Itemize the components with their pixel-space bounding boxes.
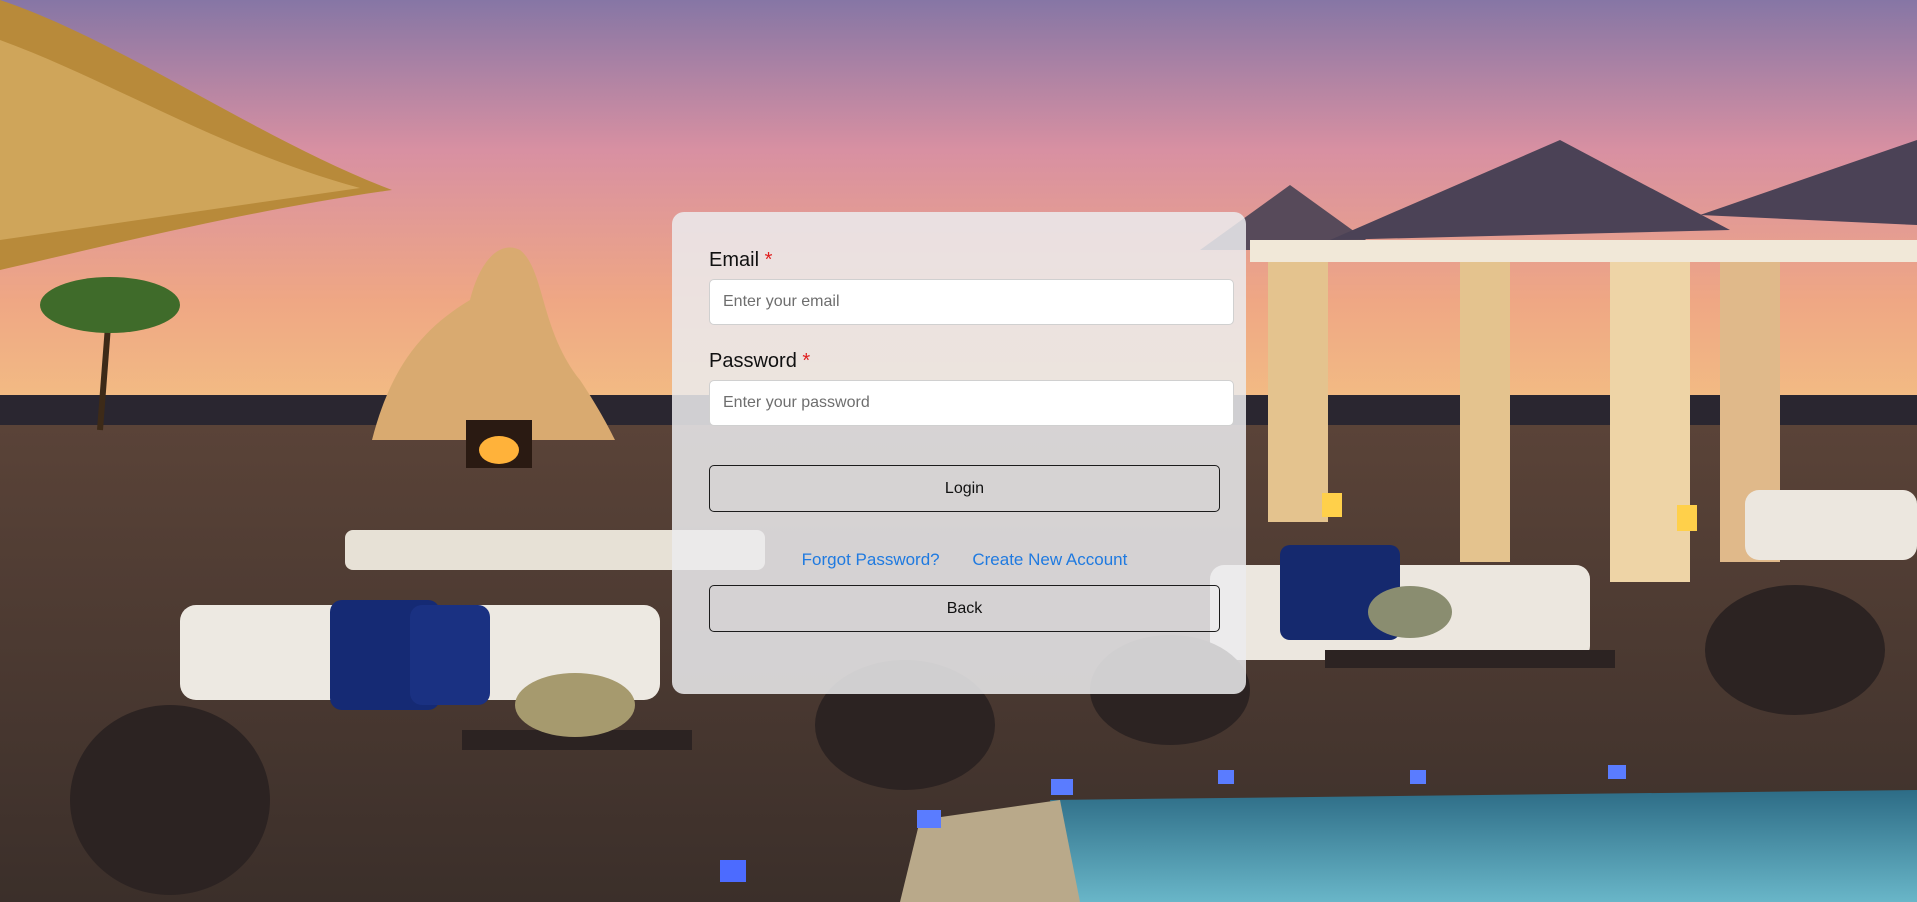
create-account-link[interactable]: Create New Account <box>972 550 1127 569</box>
auth-links: Forgot Password? Create New Account <box>709 550 1220 574</box>
password-required-mark: * <box>802 350 811 372</box>
email-required-mark: * <box>764 249 773 271</box>
back-button[interactable]: Back <box>709 585 1220 632</box>
email-label: Email * <box>709 249 772 272</box>
email-input[interactable] <box>709 279 1234 325</box>
password-label: Password * <box>709 350 810 373</box>
password-input[interactable] <box>709 380 1234 426</box>
login-card: Email * Password * Login Forgot Password… <box>672 212 1246 694</box>
email-label-text: Email <box>709 249 760 271</box>
login-button[interactable]: Login <box>709 465 1220 512</box>
password-label-text: Password <box>709 350 797 372</box>
forgot-password-link[interactable]: Forgot Password? <box>802 550 940 569</box>
